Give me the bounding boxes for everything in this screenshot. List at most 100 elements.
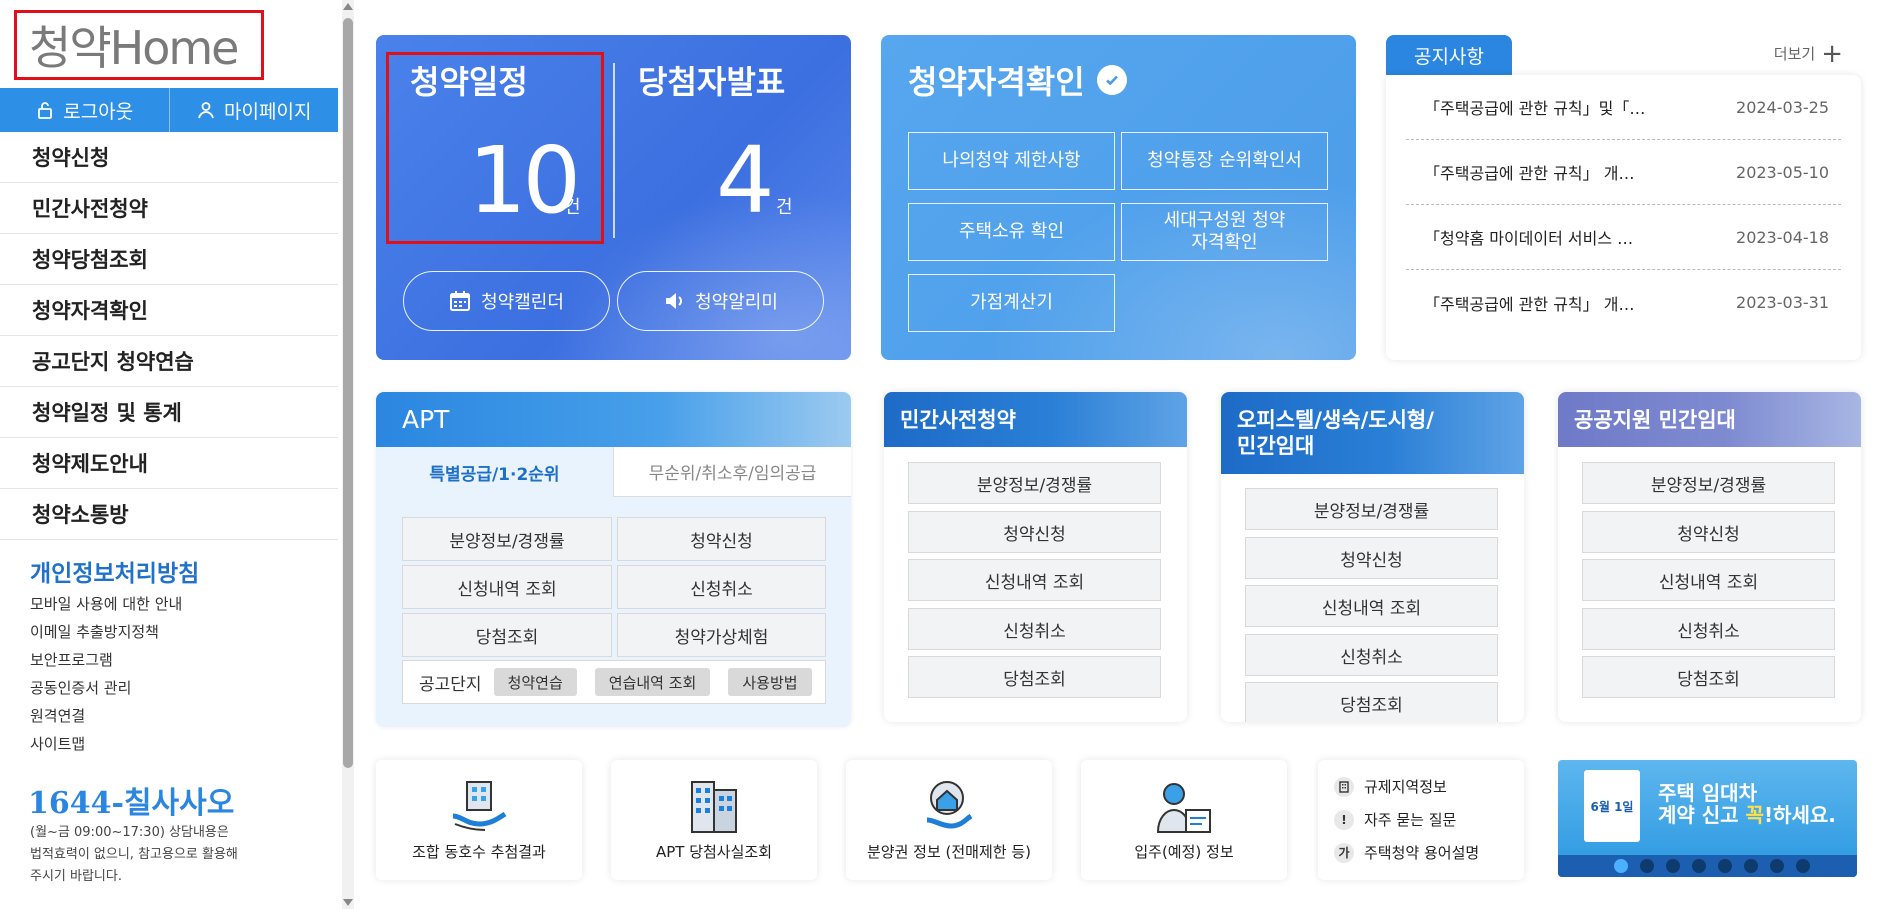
- nav-item-community[interactable]: 청약소통방: [0, 489, 338, 540]
- notice-title: 「주택공급에 관한 규칙」 개…: [1424, 164, 1635, 183]
- quick-link-label: 조합 동호수 추첨결과: [412, 843, 546, 861]
- notice-item[interactable]: 「청약홈 마이데이터 서비스 … 2023-04-18: [1406, 205, 1841, 270]
- calendar-icon: [450, 291, 471, 311]
- rental-supply-info-button[interactable]: 분양정보/경쟁률: [1582, 462, 1835, 504]
- practice-history-chip[interactable]: 연습내역 조회: [594, 668, 711, 696]
- divider: [613, 63, 615, 238]
- account-rank-button[interactable]: 청약통장 순위확인서: [1121, 132, 1328, 190]
- link-remote[interactable]: 원격연결: [30, 702, 182, 730]
- mypage-button[interactable]: 마이페이지: [168, 88, 339, 132]
- banner-dot[interactable]: [1614, 859, 1628, 873]
- score-calculator-button[interactable]: 가점계산기: [908, 274, 1115, 332]
- nav-item-apply[interactable]: 청약신청: [0, 132, 338, 183]
- scroll-up-arrow[interactable]: [343, 3, 353, 10]
- resident-icon: [1156, 783, 1211, 833]
- tab-special-supply[interactable]: 특별공급/1·2순위: [376, 447, 613, 497]
- lock-icon: [38, 102, 53, 119]
- quick-link-union-lottery[interactable]: 조합 동호수 추첨결과: [376, 760, 582, 880]
- promo-banner[interactable]: 6월 1일 주택 임대차 계약 신고 꼭!하세요.: [1558, 760, 1857, 877]
- presale-apply-button[interactable]: 청약신청: [908, 511, 1161, 553]
- link-security-program[interactable]: 보안프로그램: [30, 646, 182, 674]
- sidebar-scrollbar[interactable]: [342, 0, 354, 909]
- scroll-down-arrow[interactable]: [343, 899, 353, 906]
- banner-dot[interactable]: [1770, 859, 1784, 873]
- link-email-policy[interactable]: 이메일 추출방지정책: [30, 618, 182, 646]
- quick-link-resale-info[interactable]: 분양권 정보 (전매제한 등): [846, 760, 1052, 880]
- speaker-icon: [666, 293, 683, 309]
- quick-link-apt-winner[interactable]: APT 당첨사실조회: [611, 760, 817, 880]
- banner-dot[interactable]: [1744, 859, 1758, 873]
- nav-item-practice[interactable]: 공고단지 청약연습: [0, 336, 338, 387]
- info-link-faq[interactable]: ! 자주 묻는 질문: [1334, 803, 1508, 836]
- apt-practice-row: 공고단지 청약연습 연습내역 조회 사용방법: [402, 660, 826, 704]
- link-sitemap[interactable]: 사이트맵: [30, 730, 182, 758]
- presale-cancel-button[interactable]: 신청취소: [908, 608, 1161, 650]
- schedule-count: 10: [468, 127, 581, 234]
- main-nav: 청약신청 민간사전청약 청약당첨조회 청약자격확인 공고단지 청약연습 청약일정…: [0, 132, 338, 540]
- alarm-button[interactable]: 청약알리미: [617, 271, 824, 331]
- notice-item[interactable]: 「주택공급에 관한 규칙」 개… 2023-05-10: [1406, 140, 1841, 205]
- logout-label: 로그아웃: [63, 100, 134, 123]
- banner-title-line: 계약 신고 꼭!하세요.: [1658, 804, 1836, 826]
- logout-button[interactable]: 로그아웃: [0, 88, 169, 132]
- officetel-cancel-button[interactable]: 신청취소: [1245, 634, 1498, 676]
- scroll-thumb[interactable]: [343, 18, 353, 768]
- practice-howto-chip[interactable]: 사용방법: [728, 668, 812, 696]
- rental-history-button[interactable]: 신청내역 조회: [1582, 559, 1835, 601]
- presale-supply-info-button[interactable]: 분양정보/경쟁률: [908, 462, 1161, 504]
- winners-label[interactable]: 당첨자발표: [638, 57, 785, 103]
- officetel-apply-button[interactable]: 청약신청: [1245, 537, 1498, 579]
- link-certificate[interactable]: 공동인증서 관리: [30, 674, 182, 702]
- quick-link-move-in-info[interactable]: 입주(예정) 정보: [1081, 760, 1287, 880]
- nav-item-system-guide[interactable]: 청약제도안내: [0, 438, 338, 489]
- eligibility-title[interactable]: 청약자격확인: [908, 57, 1127, 103]
- privacy-policy-link[interactable]: 개인정보처리방침: [30, 554, 199, 588]
- banner-title-line: 주택 임대차: [1658, 781, 1757, 805]
- contact-note: (월~금 09:00~17:30) 상담내용은 법적효력이 없으니, 참고용으로…: [30, 822, 290, 888]
- public-rental-header: 공공지원 민간임대: [1558, 392, 1861, 447]
- banner-dot[interactable]: [1692, 859, 1706, 873]
- officetel-supply-info-button[interactable]: 분양정보/경쟁률: [1245, 488, 1498, 530]
- contact-phone: 1644-칠사사오: [28, 786, 235, 821]
- site-logo[interactable]: 청약Home: [14, 10, 264, 80]
- apt-apply-button[interactable]: 청약신청: [617, 517, 826, 561]
- notice-tab[interactable]: 공지사항: [1386, 35, 1512, 75]
- banner-dot[interactable]: [1718, 859, 1732, 873]
- link-mobile-guide[interactable]: 모바일 사용에 대한 안내: [30, 590, 182, 618]
- nav-item-winner-lookup[interactable]: 청약당첨조회: [0, 234, 338, 285]
- apt-simulation-button[interactable]: 청약가상체험: [617, 613, 826, 657]
- presale-winner-button[interactable]: 당첨조회: [908, 656, 1161, 698]
- apt-supply-info-button[interactable]: 분양정보/경쟁률: [402, 517, 612, 561]
- officetel-history-button[interactable]: 신청내역 조회: [1245, 585, 1498, 627]
- nav-item-private-presale[interactable]: 민간사전청약: [0, 183, 338, 234]
- notice-panel: 공지사항 더보기 + 「주택공급에 관한 규칙」및「… 2024-03-25 「…: [1386, 35, 1861, 360]
- rental-cancel-button[interactable]: 신청취소: [1582, 608, 1835, 650]
- notice-item[interactable]: 「주택공급에 관한 규칙」 개… 2023-03-31: [1406, 270, 1841, 335]
- notice-more-link[interactable]: 더보기 +: [1774, 41, 1843, 67]
- info-link-regulated-areas[interactable]: 규제지역정보: [1334, 770, 1508, 803]
- rental-apply-button[interactable]: 청약신청: [1582, 511, 1835, 553]
- ga-icon: 가: [1334, 842, 1354, 863]
- apt-winner-button[interactable]: 당첨조회: [402, 613, 612, 657]
- household-eligibility-button[interactable]: 세대구성원 청약자격확인: [1121, 203, 1328, 261]
- banner-dot[interactable]: [1666, 859, 1680, 873]
- presale-history-button[interactable]: 신청내역 조회: [908, 559, 1161, 601]
- practice-chip[interactable]: 청약연습: [493, 668, 577, 696]
- house-ownership-button[interactable]: 주택소유 확인: [908, 203, 1115, 261]
- apt-cancel-button[interactable]: 신청취소: [617, 565, 826, 609]
- nav-item-eligibility[interactable]: 청약자격확인: [0, 285, 338, 336]
- apt-history-button[interactable]: 신청내역 조회: [402, 565, 612, 609]
- notice-item[interactable]: 「주택공급에 관한 규칙」및「… 2024-03-25: [1406, 75, 1841, 140]
- nav-item-schedule-stats[interactable]: 청약일정 및 통계: [0, 387, 338, 438]
- banner-dot[interactable]: [1640, 859, 1654, 873]
- tab-unranked-supply[interactable]: 무순위/취소후/임의공급: [613, 447, 851, 497]
- rental-winner-button[interactable]: 당첨조회: [1582, 656, 1835, 698]
- info-link-glossary[interactable]: 가 주택청약 용어설명: [1334, 836, 1508, 869]
- calendar-button[interactable]: 청약캘린더: [403, 271, 610, 331]
- practice-label: 공고단지: [419, 674, 482, 695]
- exclamation-icon: !: [1334, 809, 1354, 830]
- banner-dot[interactable]: [1796, 859, 1810, 873]
- officetel-winner-button[interactable]: 당첨조회: [1245, 682, 1498, 722]
- mypage-label: 마이페이지: [224, 100, 312, 123]
- my-restrictions-button[interactable]: 나의청약 제한사항: [908, 132, 1115, 190]
